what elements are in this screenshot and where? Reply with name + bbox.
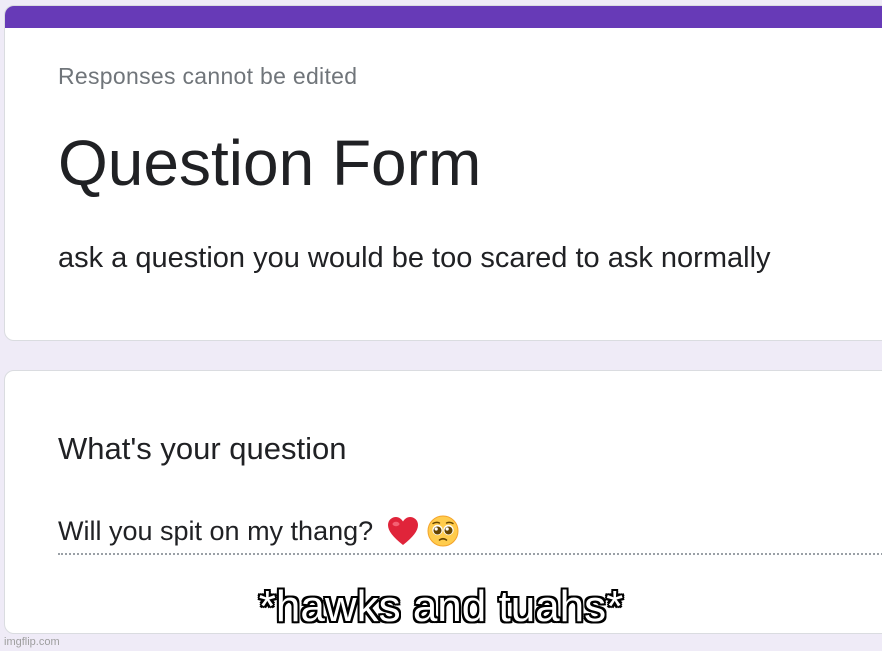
- form-title: Question Form: [58, 127, 482, 199]
- answer-text: Will you spit on my thang?: [58, 515, 374, 546]
- form-description: ask a question you would be too scared t…: [58, 242, 771, 274]
- answer-underline: [58, 553, 882, 555]
- question-label: What's your question: [58, 431, 347, 466]
- form-accent-bar: [5, 6, 882, 28]
- form-header-card: Responses cannot be edited Question Form…: [4, 5, 882, 341]
- meme-caption: *hawks and tuahs*: [258, 581, 624, 632]
- imgflip-watermark: imgflip.com: [4, 636, 60, 648]
- responses-note: Responses cannot be edited: [58, 63, 358, 89]
- answer-field[interactable]: Will you spit on my thang?: [58, 511, 882, 551]
- heart-icon: [387, 516, 419, 546]
- pleading-face-icon: [427, 515, 459, 547]
